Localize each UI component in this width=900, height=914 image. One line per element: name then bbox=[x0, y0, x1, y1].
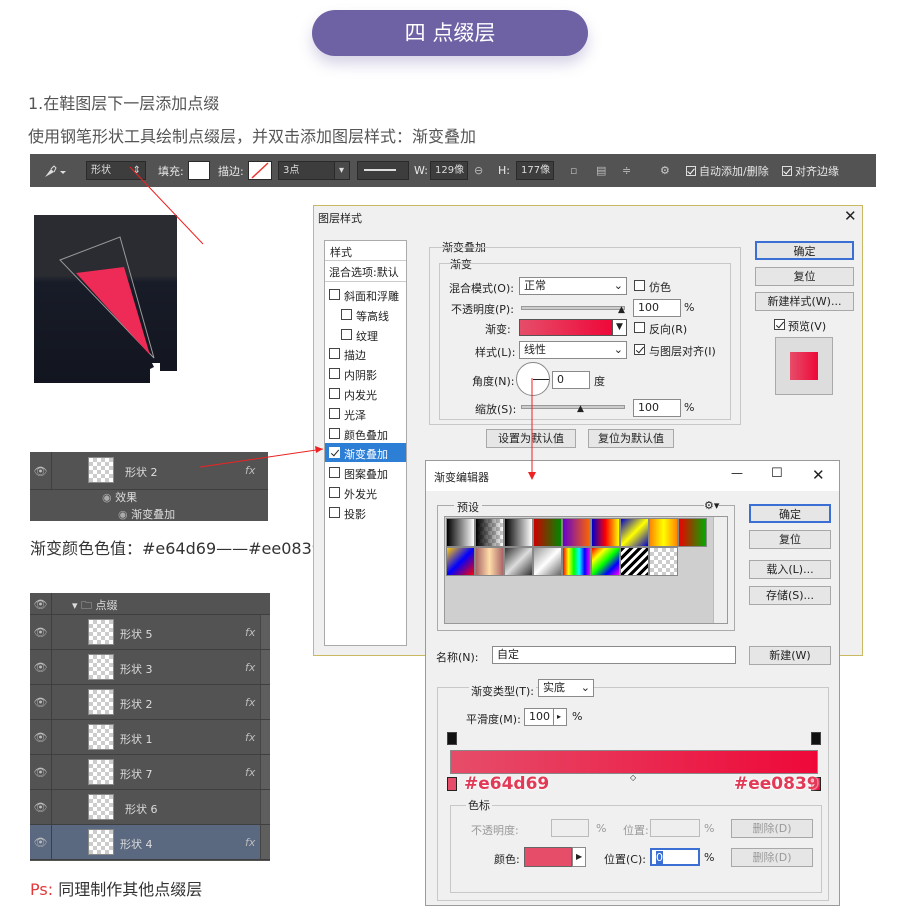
arrow-head-style bbox=[315, 446, 323, 453]
annotation-arrows bbox=[129, 166, 536, 480]
arrow-layer-to-style bbox=[199, 448, 324, 468]
arrow-head-editor bbox=[528, 472, 536, 480]
arrow-toolbar-to-canvas bbox=[129, 166, 204, 245]
